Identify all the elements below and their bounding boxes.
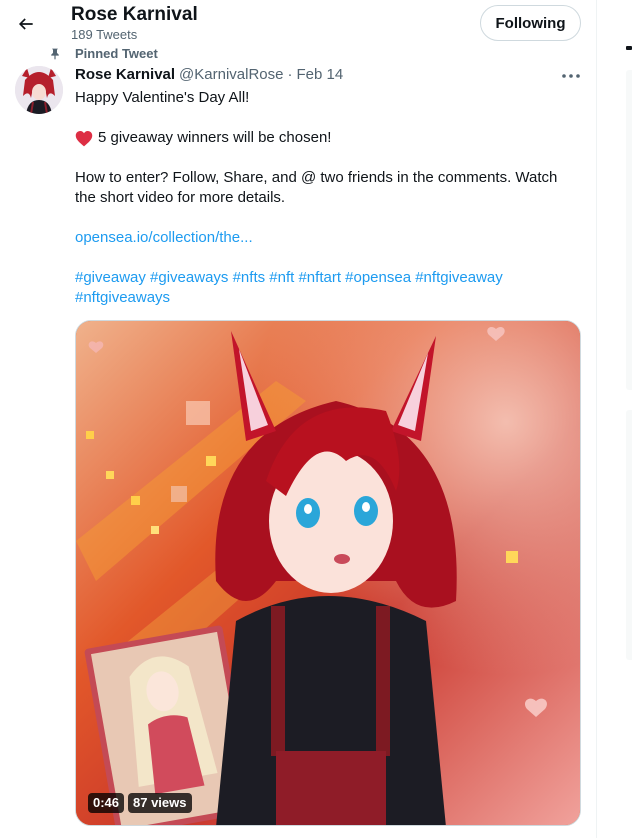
separator-dot: · [287,66,293,83]
following-button[interactable]: Following [480,5,581,41]
tweet-header: Rose Karnival @KarnivalRose · Feb 14 [75,66,343,86]
more-options-button[interactable] [556,64,586,88]
timeline-border [596,0,597,838]
tweet-text-line: 5 giveaway winners will be chosen! [75,128,331,148]
sidebar-edge-icon [626,46,632,50]
hashtags-line[interactable]: #nftgiveaways [75,288,170,308]
avatar[interactable] [15,66,63,114]
video-views-badge: 87 views [128,793,192,813]
profile-name: Rose Karnival [71,4,198,25]
hashtags-line[interactable]: #giveaway #giveaways #nfts #nft #nftart … [75,268,503,288]
author-handle[interactable]: @KarnivalRose [179,66,283,83]
video-duration-badge: 0:46 [88,793,125,813]
sidebar-edge-panel [626,410,632,660]
pin-icon [51,48,59,60]
more-icon [562,74,580,78]
author-name[interactable]: Rose Karnival [75,66,175,83]
tweet-text-line: the short video for more details. [75,189,286,206]
video-player[interactable]: 0:46 87 views [75,320,581,826]
pinned-tweet-label: Pinned Tweet [75,46,158,61]
sidebar-edge-panel [626,70,632,390]
tweet-text-line: How to enter? Follow, Share, and @ two f… [75,169,558,186]
giveaway-text: 5 giveaway winners will be chosen! [98,129,332,146]
tweet-count: 189 Tweets [71,27,138,42]
arrow-left-icon [18,18,33,30]
back-button[interactable] [10,8,42,40]
tweet-text-line: Happy Valentine's Day All! [75,89,250,106]
video-thumbnail [76,321,580,825]
red-heart-icon [75,130,93,146]
tweet-date[interactable]: Feb 14 [296,66,343,83]
opensea-link[interactable]: opensea.io/collection/the... [75,228,253,248]
